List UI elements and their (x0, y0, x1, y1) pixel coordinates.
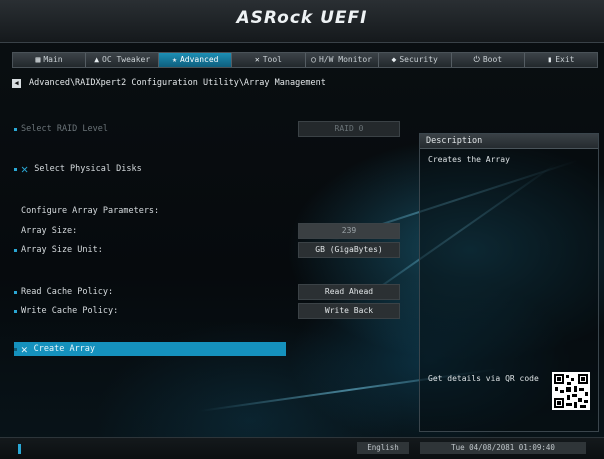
monitor-icon: ◯ (311, 55, 316, 64)
tab-boot[interactable]: ⏻ Boot (452, 53, 525, 67)
tab-label: Tool (262, 55, 282, 64)
tab-label: Main (43, 55, 63, 64)
bullet-icon (14, 347, 17, 351)
read-cache-select[interactable]: Read Ahead (298, 284, 400, 300)
write-cache-row: Write Cache Policy: (14, 306, 118, 316)
tab-advanced[interactable]: ★ Advanced (159, 53, 233, 67)
raid-level-row: Select RAID Level (14, 124, 108, 134)
tab-label: Exit (555, 55, 575, 64)
datetime-display: Tue 04/08/2081 01:09:40 (420, 442, 586, 454)
configure-array-header: Configure Array Parameters: (21, 206, 159, 216)
bullet-icon (14, 167, 17, 171)
create-array-button[interactable]: ✕ Create Array (14, 342, 286, 356)
array-size-unit-label: Array Size Unit: (21, 245, 103, 255)
read-cache-label: Read Cache Policy: (21, 287, 114, 297)
tab-label: H/W Monitor (318, 55, 372, 64)
array-size-row: Array Size: (21, 226, 77, 236)
shield-icon: ◆ (391, 55, 397, 64)
breadcrumb: ◀ Advanced\RAIDXpert2 Configuration Util… (12, 77, 326, 89)
bullet-icon (14, 309, 17, 313)
qr-caption: Get details via QR code (428, 374, 539, 383)
status-indicator (18, 444, 21, 454)
tab-label: Security (399, 55, 438, 64)
bullet-icon (14, 127, 17, 131)
tab-h-w-monitor[interactable]: ◯ H/W Monitor (306, 53, 379, 67)
create-array-label: Create Array (33, 344, 96, 354)
tab-label: OC Tweaker (102, 55, 151, 64)
select-physical-disks-row[interactable]: ✕ Select Physical Disks (14, 162, 142, 176)
tab-label: Boot (482, 55, 503, 64)
array-size-label: Array Size: (21, 226, 78, 236)
rocket-icon: ▲ (94, 55, 100, 64)
tab-security[interactable]: ◆ Security (379, 53, 452, 67)
tools-icon: ✕ (21, 342, 28, 356)
tab-tool[interactable]: ✕ Tool (232, 53, 306, 67)
description-text: Creates the Array (428, 155, 510, 164)
description-title: Description (420, 134, 598, 149)
raid-level-label: Select RAID Level (21, 124, 108, 134)
breadcrumb-path: Advanced\RAIDXpert2 Configuration Utilit… (29, 78, 326, 88)
write-cache-select[interactable]: Write Back (298, 303, 400, 319)
array-size-unit-row: Array Size Unit: (14, 245, 103, 255)
write-cache-label: Write Cache Policy: (21, 306, 119, 316)
asrock-uefi-logo: ASRock UEFI (236, 8, 368, 28)
bullet-icon (14, 290, 17, 294)
star-icon: ★ (172, 55, 177, 64)
qr-code-icon (552, 372, 590, 410)
tools-icon: ✕ (21, 162, 29, 176)
tab-label: Advanced (179, 55, 219, 64)
description-panel: Description Creates the Array Get detail… (419, 133, 599, 432)
exit-icon: ▮ (547, 55, 553, 64)
read-cache-row: Read Cache Policy: (14, 287, 113, 297)
main-tabs: ▦ Main ▲ OC Tweaker ★ Advanced ✕ Tool ◯ H/W Monit… (12, 52, 598, 68)
back-arrow-icon[interactable]: ◀ (12, 78, 21, 88)
tab-oc-tweaker[interactable]: ▲ OC Tweaker (86, 53, 160, 67)
select-physical-disks-label: Select Physical Disks (34, 164, 142, 174)
top-bar: ASRock UEFI (0, 0, 604, 43)
array-size-unit-select[interactable]: GB (GigaBytes) (298, 242, 400, 258)
bullet-icon (14, 248, 17, 252)
tab-main[interactable]: ▦ Main (13, 53, 87, 67)
language-button[interactable]: English (357, 442, 409, 454)
tools-icon: ✕ (254, 55, 260, 64)
power-icon: ⏻ (473, 55, 480, 64)
grid-icon: ▦ (35, 55, 41, 64)
array-size-input[interactable]: 239 (298, 223, 400, 239)
configure-array-text: Configure Array Parameters: (21, 206, 160, 216)
tab-exit[interactable]: ▮ Exit (525, 53, 597, 67)
raid-level-value: RAID 0 (298, 121, 400, 137)
